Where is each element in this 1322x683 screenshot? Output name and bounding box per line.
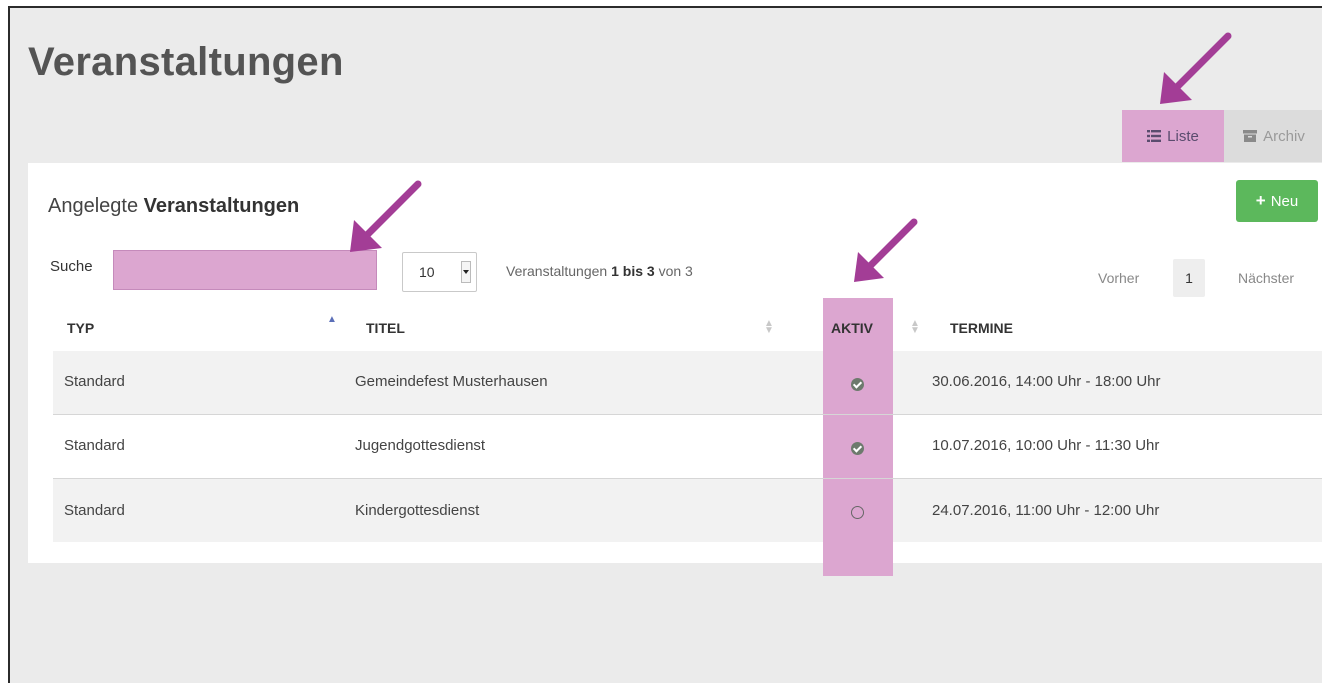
panel-heading-bold: Veranstaltungen [143, 195, 300, 217]
new-button-label: Neu [1270, 192, 1299, 210]
search-label: Suche [50, 258, 93, 275]
check-circle-icon [851, 442, 864, 455]
pager-next[interactable]: Nächster [1238, 270, 1294, 286]
cell-termine: 24.07.2016, 11:00 Uhr - 12:00 Uhr [932, 502, 1160, 519]
column-header-aktiv[interactable]: AKTIV [831, 320, 873, 336]
cell-termine: 30.06.2016, 14:00 Uhr - 18:00 Uhr [932, 373, 1161, 390]
view-tabs: Liste Archiv [1122, 110, 1322, 162]
plus-icon: + [1255, 191, 1266, 210]
panel-heading: Angelegte Veranstaltungen [48, 195, 299, 218]
row-divider [53, 414, 1322, 415]
table-info-range: 1 bis 3 [611, 263, 655, 279]
page-title: Veranstaltungen [28, 40, 344, 84]
table-info: Veranstaltungen 1 bis 3 von 3 [506, 263, 693, 279]
column-header-typ[interactable]: TYP [67, 320, 94, 336]
archive-icon [1243, 130, 1258, 142]
table-info-suffix: von 3 [654, 263, 693, 279]
column-header-titel[interactable]: TITEL [366, 320, 405, 336]
tab-liste[interactable]: Liste [1122, 110, 1224, 162]
cell-typ: Standard [64, 437, 125, 454]
aktiv-column-highlight [823, 298, 893, 576]
cell-titel: Jugendgottesdienst [355, 437, 486, 454]
empty-circle-icon [851, 506, 864, 519]
sort-icon[interactable]: ▲ ▼ [764, 319, 774, 336]
search-input[interactable] [113, 250, 377, 290]
page-length-select[interactable]: 10 [402, 252, 477, 292]
new-event-button[interactable]: + Neu [1236, 180, 1318, 222]
page-length-value: 10 [419, 264, 435, 280]
annotation-arrow-icon [1160, 32, 1232, 104]
table-info-prefix: Veranstaltungen [506, 263, 612, 279]
sort-icon[interactable]: ▲ ▼ [910, 319, 920, 336]
sort-asc-icon[interactable]: ▲ [327, 314, 337, 325]
tab-archiv[interactable]: Archiv [1224, 110, 1322, 162]
tab-liste-label: Liste [1167, 127, 1199, 145]
check-circle-icon [851, 378, 864, 391]
panel-heading-light: Angelegte [48, 195, 144, 217]
cell-typ: Standard [64, 373, 125, 390]
cell-titel: Kindergottesdienst [355, 502, 480, 519]
cell-titel: Gemeindefest Musterhausen [355, 373, 548, 390]
chevron-down-icon [461, 261, 471, 283]
tab-archiv-label: Archiv [1263, 127, 1305, 145]
cell-termine: 10.07.2016, 10:00 Uhr - 11:30 Uhr [932, 437, 1160, 454]
pager-prev[interactable]: Vorher [1098, 270, 1139, 286]
row-divider [53, 478, 1322, 479]
cell-typ: Standard [64, 502, 125, 519]
app-window: Veranstaltungen Liste Archiv Angelegte V… [8, 6, 1322, 683]
list-icon [1147, 130, 1162, 142]
column-header-termine[interactable]: TERMINE [950, 320, 1013, 336]
pager-current-page[interactable]: 1 [1173, 259, 1205, 297]
